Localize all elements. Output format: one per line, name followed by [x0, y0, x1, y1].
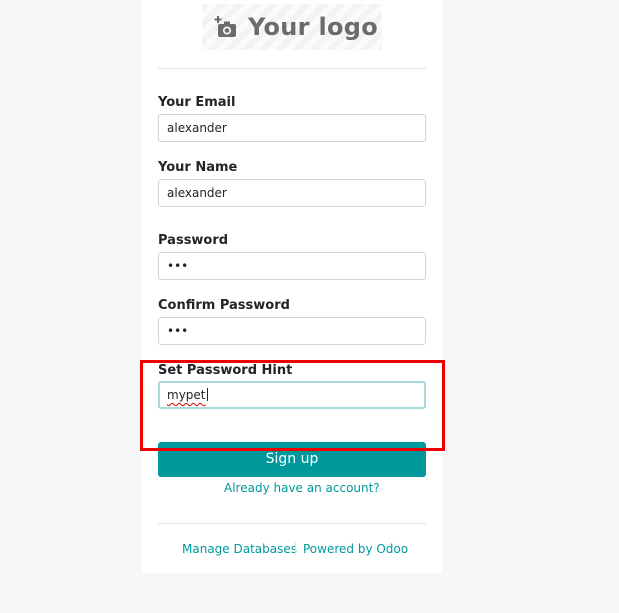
powered-by-odoo-link[interactable]: Powered by Odoo [303, 542, 408, 556]
password-label: Password [158, 233, 229, 248]
text-caret [206, 388, 208, 401]
name-field[interactable]: alexander [158, 179, 426, 207]
sign-up-button[interactable]: Sign up [158, 442, 426, 477]
camera-plus-icon [214, 16, 236, 37]
header-divider [158, 68, 426, 69]
name-label: Your Name [158, 160, 238, 175]
signup-card: Your logo Your Email alexander Your Name… [142, 0, 442, 573]
password-hint-field[interactable]: mypet [158, 381, 426, 409]
confirm-password-label: Confirm Password [158, 298, 290, 313]
manage-databases-link[interactable]: Manage Databases [182, 542, 297, 556]
login-link[interactable]: Already have an account? [224, 481, 380, 495]
footer-separator [295, 542, 296, 556]
password-value: ••• [167, 259, 189, 273]
email-field[interactable]: alexander [158, 114, 426, 142]
name-value: alexander [167, 186, 227, 200]
footer-divider [158, 523, 426, 524]
password-field[interactable]: ••• [158, 252, 426, 280]
logo: Your logo [202, 4, 382, 50]
password-hint-value: mypet [167, 388, 206, 402]
email-value: alexander [167, 121, 227, 135]
email-label: Your Email [158, 95, 236, 110]
confirm-password-value: ••• [167, 324, 189, 338]
password-hint-label: Set Password Hint [158, 363, 293, 378]
logo-text: Your logo [248, 13, 379, 41]
confirm-password-field[interactable]: ••• [158, 317, 426, 345]
